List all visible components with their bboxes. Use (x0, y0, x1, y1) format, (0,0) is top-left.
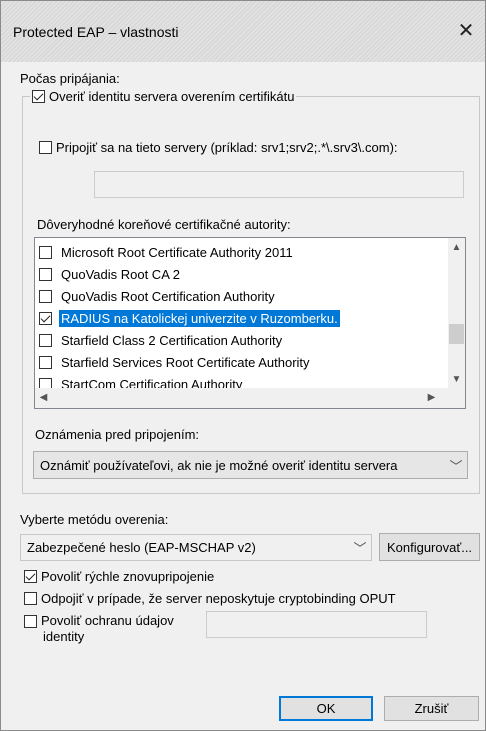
verify-identity-checkbox[interactable] (32, 90, 45, 103)
cert-checkbox[interactable] (39, 311, 52, 325)
scroll-up-icon[interactable]: ▲ (448, 242, 465, 253)
connect-servers-label: Pripojiť sa na tieto servery (príklad: s… (56, 140, 398, 155)
trusted-roots-label: Dôveryhodné koreňové certifikačné autori… (37, 217, 291, 232)
list-item[interactable]: Microsoft Root Certificate Authority 201… (39, 241, 295, 263)
auth-method-value: Zabezpečené heslo (EAP-MSCHAP v2) (27, 540, 256, 555)
auth-method-label: Vyberte metódu overenia: (20, 512, 169, 527)
identity-privacy-row[interactable]: Povoliť ochranu údajov identity (24, 613, 174, 645)
notifications-label: Oznámenia pred pripojením: (35, 427, 200, 442)
window-title: Protected EAP – vlastnosti (13, 24, 179, 40)
cert-label: RADIUS na Katolickej univerzite v Ruzomb… (59, 309, 340, 327)
fast-reconnect-checkbox[interactable] (24, 570, 37, 583)
vertical-scroll-thumb[interactable] (449, 324, 464, 344)
scroll-down-icon[interactable]: ▼ (448, 374, 465, 385)
list-item-selected[interactable]: RADIUS na Katolickej univerzite v Ruzomb… (39, 307, 340, 329)
connecting-label: Počas pripájania: (20, 71, 120, 86)
cert-label: Starfield Services Root Certificate Auth… (61, 354, 310, 370)
list-item[interactable]: QuoVadis Root CA 2 (39, 263, 182, 285)
cryptobinding-row[interactable]: Odpojiť v prípade, že server neposkytuje… (24, 591, 396, 606)
cancel-button[interactable]: Zrušiť (384, 696, 479, 721)
identity-input[interactable] (206, 611, 427, 638)
list-item[interactable]: Starfield Class 2 Certification Authorit… (39, 329, 284, 351)
fast-reconnect-label: Povoliť rýchle znovupripojenie (41, 569, 215, 584)
close-icon[interactable]: ✕ (455, 20, 477, 42)
cert-checkbox[interactable] (39, 355, 52, 369)
cryptobinding-label: Odpojiť v prípade, že server neposkytuje… (41, 591, 396, 606)
verify-identity-checkbox-row[interactable]: Overiť identitu servera overením certifi… (30, 89, 297, 104)
connect-servers-checkbox-row[interactable]: Pripojiť sa na tieto servery (príklad: s… (39, 140, 398, 155)
fast-reconnect-row[interactable]: Povoliť rýchle znovupripojenie (24, 569, 214, 584)
ok-button[interactable]: OK (279, 696, 373, 721)
scroll-left-icon[interactable]: ◀ (35, 392, 52, 403)
trusted-roots-list[interactable]: Microsoft Root Certificate Authority 201… (34, 237, 466, 409)
cert-checkbox[interactable] (39, 245, 52, 259)
scrollbar-corner (448, 388, 465, 408)
verify-identity-label: Overiť identitu servera overením certifi… (49, 89, 295, 104)
cert-label: QuoVadis Root Certification Authority (61, 288, 275, 304)
list-item[interactable]: QuoVadis Root Certification Authority (39, 285, 277, 307)
cert-checkbox[interactable] (39, 267, 52, 281)
configure-button[interactable]: Konfigurovať... (379, 533, 480, 561)
identity-privacy-checkbox[interactable] (24, 615, 37, 628)
cert-checkbox[interactable] (39, 333, 52, 347)
identity-privacy-label-line2: identity (43, 629, 85, 644)
notifications-value: Oznámiť používateľovi, ak nie je možné o… (40, 457, 398, 473)
cryptobinding-checkbox[interactable] (24, 592, 37, 605)
identity-privacy-label-line1: Povoliť ochranu údajov (41, 613, 174, 628)
connect-servers-checkbox[interactable] (39, 141, 52, 154)
chevron-down-icon[interactable]: ﹀ (349, 538, 371, 557)
cert-label: Starfield Class 2 Certification Authorit… (61, 332, 283, 348)
cert-label: QuoVadis Root CA 2 (61, 266, 180, 282)
chevron-down-icon[interactable]: ﹀ (445, 456, 467, 475)
servers-input[interactable] (94, 171, 464, 198)
horizontal-scrollbar[interactable]: ◀ ▶ (35, 388, 448, 408)
cert-checkbox[interactable] (39, 289, 52, 303)
scroll-right-icon[interactable]: ▶ (423, 392, 440, 403)
list-item[interactable]: Starfield Services Root Certificate Auth… (39, 351, 312, 373)
auth-method-dropdown[interactable]: Zabezpečené heslo (EAP-MSCHAP v2) ﹀ (20, 534, 372, 561)
vertical-scrollbar[interactable]: ▲ ▼ (448, 238, 465, 388)
notifications-dropdown[interactable]: Oznámiť používateľovi, ak nie je možné o… (33, 451, 468, 479)
cert-label: Microsoft Root Certificate Authority 201… (61, 244, 293, 260)
